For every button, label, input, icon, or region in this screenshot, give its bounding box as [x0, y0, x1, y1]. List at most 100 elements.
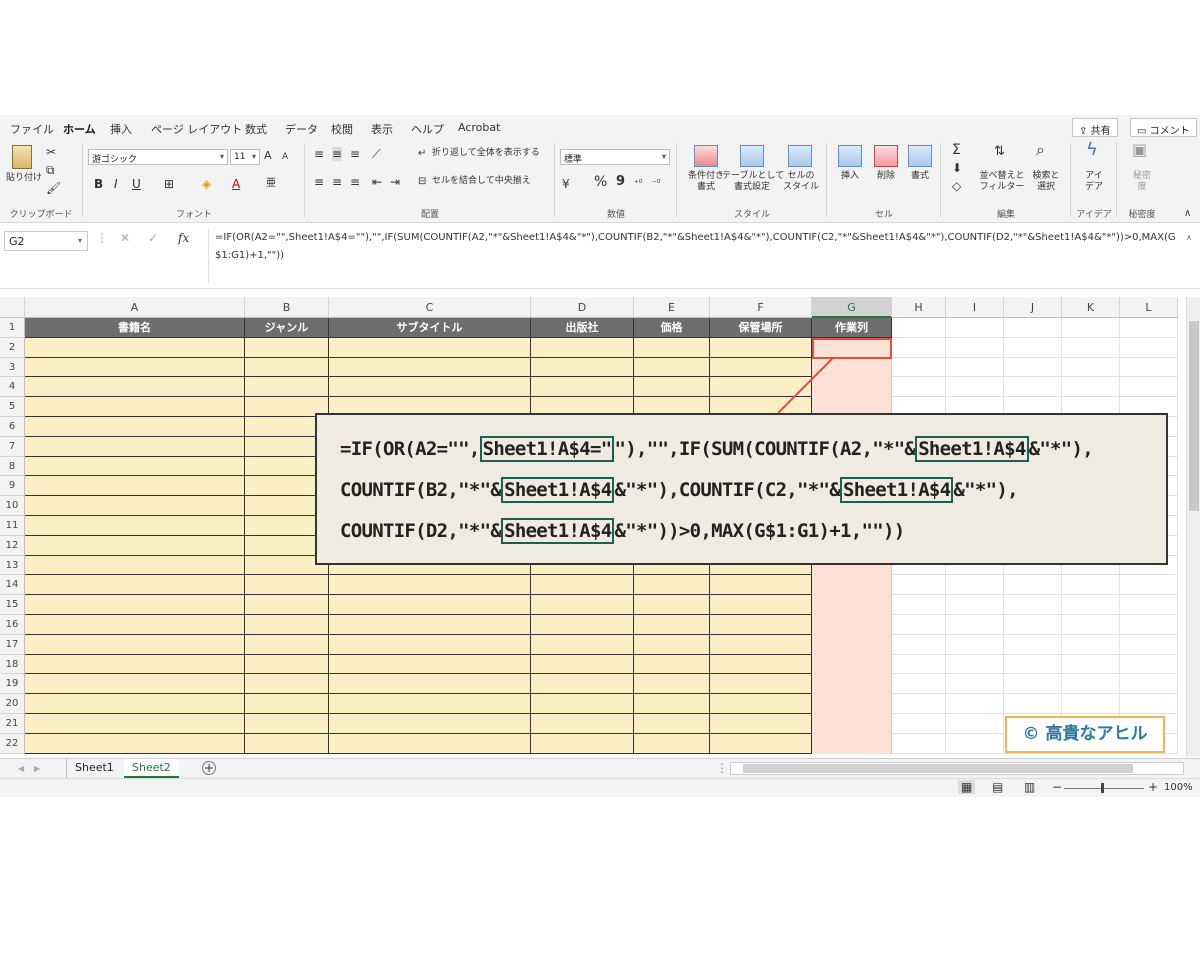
- hscroll-thumb[interactable]: [743, 764, 1133, 773]
- column-header-k[interactable]: K: [1062, 297, 1120, 318]
- cell-i22[interactable]: [946, 733, 1004, 754]
- align-middle-icon[interactable]: ≡: [332, 147, 343, 161]
- cell-g15[interactable]: [812, 595, 892, 615]
- cell-j18[interactable]: [1004, 654, 1062, 675]
- delete-cells-icon[interactable]: [874, 145, 898, 167]
- cell-styles-icon[interactable]: [788, 145, 812, 167]
- column-header-d[interactable]: D: [531, 297, 634, 318]
- indent-decrease-icon[interactable]: ⇤: [372, 175, 382, 189]
- format-as-table-button[interactable]: テーブルとして 書式設定: [722, 171, 784, 193]
- add-sheet-button[interactable]: +: [202, 761, 216, 775]
- cell-h17[interactable]: [892, 634, 946, 655]
- percent-button[interactable]: %: [594, 175, 607, 189]
- cell-d16[interactable]: [531, 615, 634, 635]
- page-layout-view-icon[interactable]: ▤: [992, 780, 1003, 794]
- column-header-a[interactable]: A: [25, 297, 245, 318]
- border-icon[interactable]: ⊞: [164, 177, 174, 191]
- currency-icon[interactable]: ¥: [562, 177, 570, 191]
- row-header-22[interactable]: 22: [0, 733, 25, 754]
- cell-k20[interactable]: [1062, 694, 1120, 714]
- number-format-select[interactable]: 標準 ▾: [560, 149, 670, 165]
- cell-a7[interactable]: [25, 436, 245, 457]
- tab-acrobat[interactable]: Acrobat: [458, 121, 500, 134]
- cell-a17[interactable]: [25, 634, 245, 655]
- cell-j4[interactable]: [1004, 377, 1062, 398]
- cell-h18[interactable]: [892, 654, 946, 675]
- cell-l2[interactable]: [1120, 337, 1178, 358]
- cell-f19[interactable]: [710, 674, 812, 695]
- cell-k15[interactable]: [1062, 595, 1120, 615]
- cell-b22[interactable]: [245, 733, 329, 754]
- shrink-font-icon[interactable]: A: [282, 150, 288, 164]
- cell-d20[interactable]: [531, 694, 634, 714]
- cell-a5[interactable]: [25, 397, 245, 417]
- select-all-corner[interactable]: [0, 297, 25, 318]
- cell-a10[interactable]: [25, 496, 245, 516]
- cell-h16[interactable]: [892, 615, 946, 635]
- cell-b14[interactable]: [245, 575, 329, 596]
- cell-c16[interactable]: [329, 615, 531, 635]
- row-header-8[interactable]: 8: [0, 456, 25, 477]
- column-header-h[interactable]: H: [892, 297, 946, 318]
- cell-c19[interactable]: [329, 674, 531, 695]
- cell-h4[interactable]: [892, 377, 946, 398]
- cell-e15[interactable]: [634, 595, 710, 615]
- cell-i3[interactable]: [946, 357, 1004, 378]
- cell-f15[interactable]: [710, 595, 812, 615]
- tab-data[interactable]: データ: [285, 121, 318, 137]
- cell-e3[interactable]: [634, 357, 710, 378]
- row-header-16[interactable]: 16: [0, 615, 25, 635]
- cell-l20[interactable]: [1120, 694, 1178, 714]
- cell-i15[interactable]: [946, 595, 1004, 615]
- cell-f2[interactable]: [710, 337, 812, 358]
- cell-f4[interactable]: [710, 377, 812, 398]
- cell-d18[interactable]: [531, 654, 634, 675]
- format-as-table-icon[interactable]: [740, 145, 764, 167]
- cut-icon[interactable]: ✂: [46, 145, 56, 159]
- cell-l16[interactable]: [1120, 615, 1178, 635]
- cell-i16[interactable]: [946, 615, 1004, 635]
- row-header-3[interactable]: 3: [0, 357, 25, 378]
- cell-j3[interactable]: [1004, 357, 1062, 378]
- row-header-11[interactable]: 11: [0, 516, 25, 536]
- cell-i17[interactable]: [946, 634, 1004, 655]
- cell-f18[interactable]: [710, 654, 812, 675]
- paste-icon[interactable]: [12, 145, 32, 169]
- cell-k14[interactable]: [1062, 575, 1120, 596]
- header-cell-e[interactable]: 価格: [634, 318, 710, 338]
- cell-a18[interactable]: [25, 654, 245, 675]
- tab-page-layout[interactable]: ページ レイアウト: [151, 121, 242, 137]
- cell-h2[interactable]: [892, 337, 946, 358]
- cell-d2[interactable]: [531, 337, 634, 358]
- row-header-20[interactable]: 20: [0, 694, 25, 714]
- column-header-f[interactable]: F: [710, 297, 812, 318]
- cancel-icon[interactable]: ✕: [120, 231, 130, 245]
- cell-a20[interactable]: [25, 694, 245, 714]
- cell-c17[interactable]: [329, 634, 531, 655]
- tab-split-handle[interactable]: ⋮: [716, 761, 728, 775]
- align-bottom-icon[interactable]: ≡: [350, 147, 360, 161]
- merge-icon[interactable]: ⊟: [418, 175, 426, 189]
- cell-g4[interactable]: [812, 377, 892, 398]
- tab-insert[interactable]: 挿入: [110, 121, 132, 137]
- cell-d15[interactable]: [531, 595, 634, 615]
- row-header-18[interactable]: 18: [0, 654, 25, 675]
- cell-h20[interactable]: [892, 694, 946, 714]
- cell-a2[interactable]: [25, 337, 245, 358]
- sheet-tab-sheet1[interactable]: Sheet1: [66, 759, 122, 778]
- conditional-format-icon[interactable]: [694, 145, 718, 167]
- name-box-dropdown-icon[interactable]: ▾: [78, 234, 82, 248]
- cell-g3[interactable]: [812, 357, 892, 378]
- cell-b20[interactable]: [245, 694, 329, 714]
- header-cell-c[interactable]: サブタイトル: [329, 318, 531, 338]
- cell-f20[interactable]: [710, 694, 812, 714]
- cell-h1[interactable]: [892, 318, 946, 338]
- scrollbar-thumb[interactable]: [1189, 321, 1199, 511]
- row-header-12[interactable]: 12: [0, 535, 25, 556]
- column-header-b[interactable]: B: [245, 297, 329, 318]
- cell-g14[interactable]: [812, 575, 892, 596]
- collapse-ribbon-icon[interactable]: ∧: [1184, 207, 1191, 221]
- cell-b2[interactable]: [245, 337, 329, 358]
- page-break-view-icon[interactable]: ▥: [1024, 780, 1035, 794]
- find-select-icon[interactable]: ⌕: [1036, 142, 1045, 158]
